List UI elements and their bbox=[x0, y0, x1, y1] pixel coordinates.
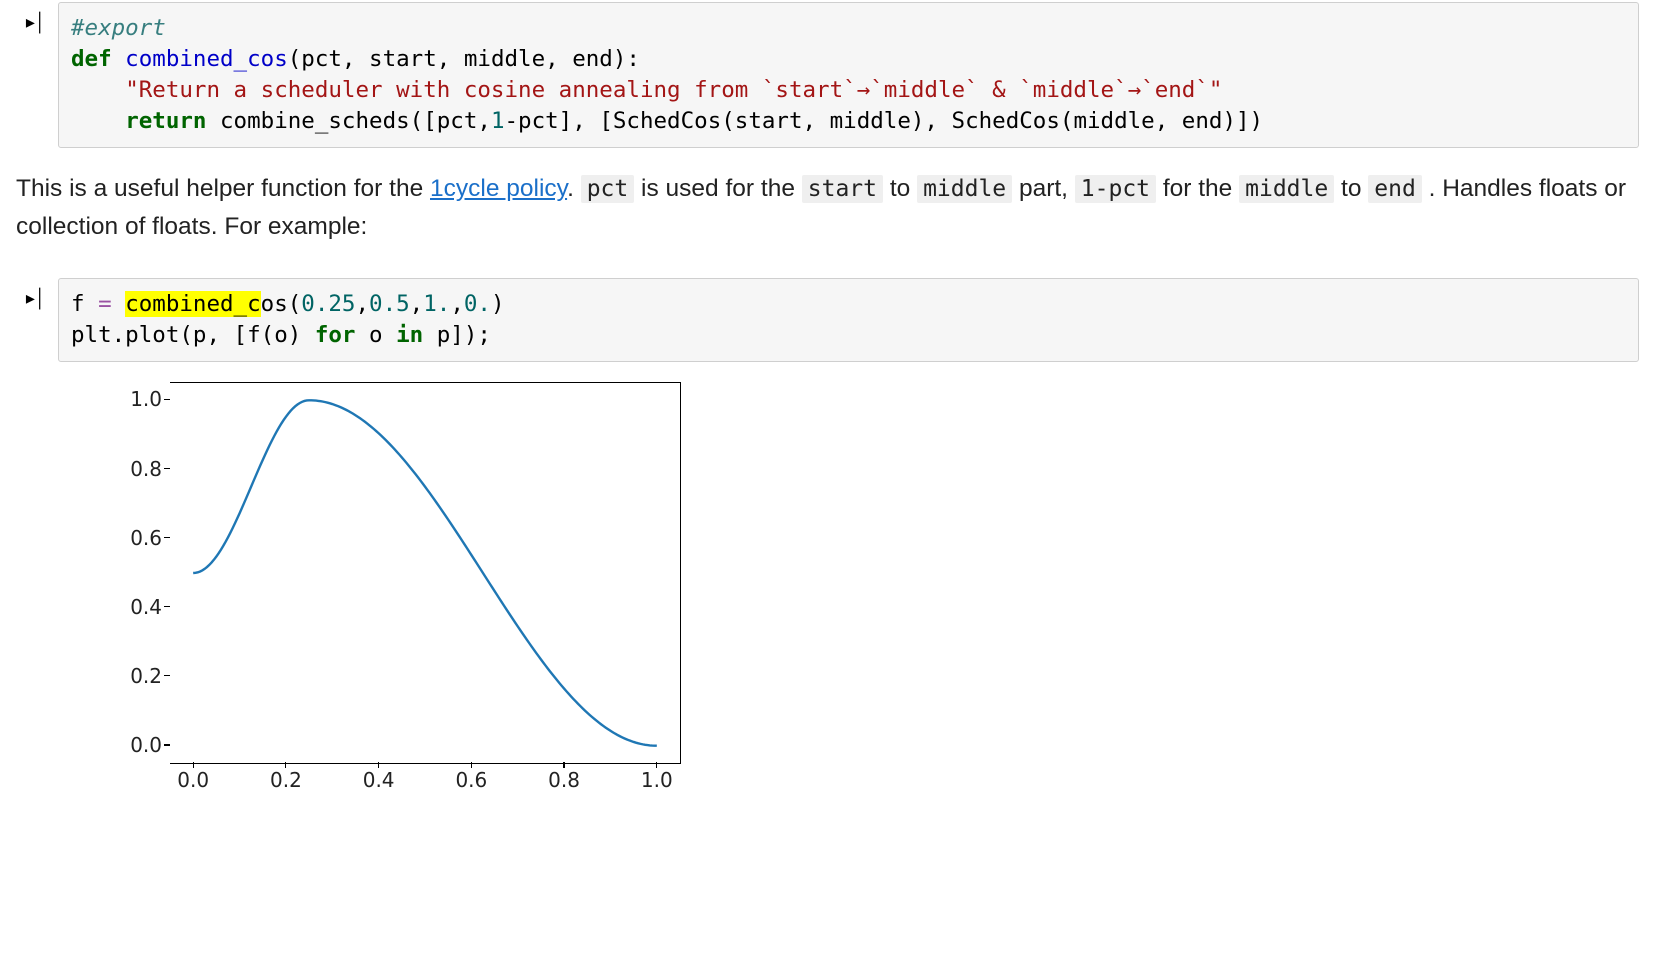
run-cell-icon[interactable]: ▸│ bbox=[26, 12, 46, 33]
prose-text: is used for the bbox=[634, 175, 802, 202]
code-text: o bbox=[355, 322, 396, 348]
x-tick-label: 0.4 bbox=[363, 768, 395, 792]
code-text: combine_scheds([pct, bbox=[206, 108, 490, 134]
number-literal: 1 bbox=[491, 108, 505, 134]
x-tick-mark bbox=[563, 762, 564, 768]
plot-axes bbox=[170, 382, 681, 764]
y-tick-label: 0.8 bbox=[92, 457, 162, 481]
code-text: ) bbox=[491, 291, 505, 317]
code-comment: #export bbox=[71, 15, 166, 41]
y-tick-mark bbox=[164, 675, 170, 676]
signature: (pct, start, middle, end): bbox=[288, 46, 640, 72]
x-tick-mark bbox=[378, 762, 379, 768]
prose-text: to bbox=[1334, 175, 1368, 202]
code-input-1[interactable]: #export def combined_cos(pct, start, mid… bbox=[58, 2, 1639, 148]
y-tick-label: 0.4 bbox=[92, 595, 162, 619]
code-input-2[interactable]: f = combined_cos(0.25,0.5,1.,0.) plt.plo… bbox=[58, 278, 1639, 362]
code-text: -pct], [SchedCos(start, middle), SchedCo… bbox=[505, 108, 1264, 134]
keyword-in: in bbox=[396, 322, 423, 348]
x-tick-mark bbox=[471, 762, 472, 768]
code-text: os( bbox=[261, 291, 302, 317]
prose-text: for the bbox=[1156, 175, 1239, 202]
markdown-paragraph: This is a useful helper function for the… bbox=[14, 170, 1639, 246]
keyword-for: for bbox=[315, 322, 356, 348]
y-tick-mark bbox=[164, 468, 170, 469]
run-cell-icon[interactable]: ▸│ bbox=[26, 288, 46, 309]
comma: , bbox=[410, 291, 424, 317]
y-tick-mark bbox=[164, 399, 170, 400]
y-tick-mark bbox=[164, 744, 170, 745]
number-literal: 1. bbox=[423, 291, 450, 317]
prose-text: to bbox=[883, 175, 917, 202]
code-text: f bbox=[71, 291, 98, 317]
number-literal: 0. bbox=[464, 291, 491, 317]
y-tick-label: 0.6 bbox=[92, 526, 162, 550]
y-tick-mark bbox=[164, 537, 170, 538]
inline-code: pct bbox=[581, 175, 635, 203]
comma: , bbox=[355, 291, 369, 317]
x-tick-mark bbox=[656, 762, 657, 768]
x-tick-mark bbox=[285, 762, 286, 768]
docstring: "Return a scheduler with cosine annealin… bbox=[125, 77, 1222, 103]
function-name: combined_cos bbox=[112, 46, 288, 72]
inline-code: start bbox=[802, 175, 883, 203]
prose-text: This is a useful helper function for the bbox=[16, 175, 430, 202]
keyword-return: return bbox=[125, 108, 206, 134]
chart-container: 0.0 0.2 0.4 0.6 0.8 1.0 0.0 0.2 0.4 0.6 0.8 1.0 bbox=[58, 372, 698, 802]
prose-text: part, bbox=[1012, 175, 1075, 202]
code-text: plt.plot(p, [f(o) bbox=[71, 322, 315, 348]
inline-code: end bbox=[1368, 175, 1422, 203]
code-text bbox=[112, 291, 126, 317]
comma: , bbox=[450, 291, 464, 317]
link-1cycle-policy[interactable]: 1cycle policy bbox=[430, 175, 567, 202]
inline-code: middle bbox=[917, 175, 1012, 203]
x-tick-label: 0.6 bbox=[455, 768, 487, 792]
y-tick-label: 0.2 bbox=[92, 664, 162, 688]
code-cell-1: ▸│ #export def combined_cos(pct, start, … bbox=[14, 2, 1639, 148]
operator: = bbox=[98, 291, 112, 317]
code-cell-2: ▸│ f = combined_cos(0.25,0.5,1.,0.) plt.… bbox=[14, 278, 1639, 362]
keyword-def: def bbox=[71, 46, 112, 72]
x-tick-mark bbox=[193, 762, 194, 768]
inline-code: 1-pct bbox=[1075, 175, 1156, 203]
number-literal: 0.5 bbox=[369, 291, 410, 317]
cell-gutter: ▸│ bbox=[14, 2, 58, 33]
x-tick-label: 0.0 bbox=[177, 768, 209, 792]
chart-line bbox=[193, 400, 657, 745]
x-tick-label: 1.0 bbox=[641, 768, 673, 792]
highlighted-text: combined_c bbox=[125, 291, 260, 317]
x-tick-label: 0.2 bbox=[270, 768, 302, 792]
inline-code: middle bbox=[1239, 175, 1334, 203]
y-tick-mark bbox=[164, 606, 170, 607]
number-literal: 0.25 bbox=[301, 291, 355, 317]
prose-text: . bbox=[567, 175, 581, 202]
x-tick-label: 0.8 bbox=[548, 768, 580, 792]
cell-output: 0.0 0.2 0.4 0.6 0.8 1.0 0.0 0.2 0.4 0.6 0.8 1.0 bbox=[58, 372, 1639, 802]
y-tick-label: 1.0 bbox=[92, 387, 162, 411]
chart-svg bbox=[170, 383, 680, 763]
cell-gutter: ▸│ bbox=[14, 278, 58, 309]
y-tick-label: 0.0 bbox=[92, 733, 162, 757]
code-text: p]); bbox=[423, 322, 491, 348]
